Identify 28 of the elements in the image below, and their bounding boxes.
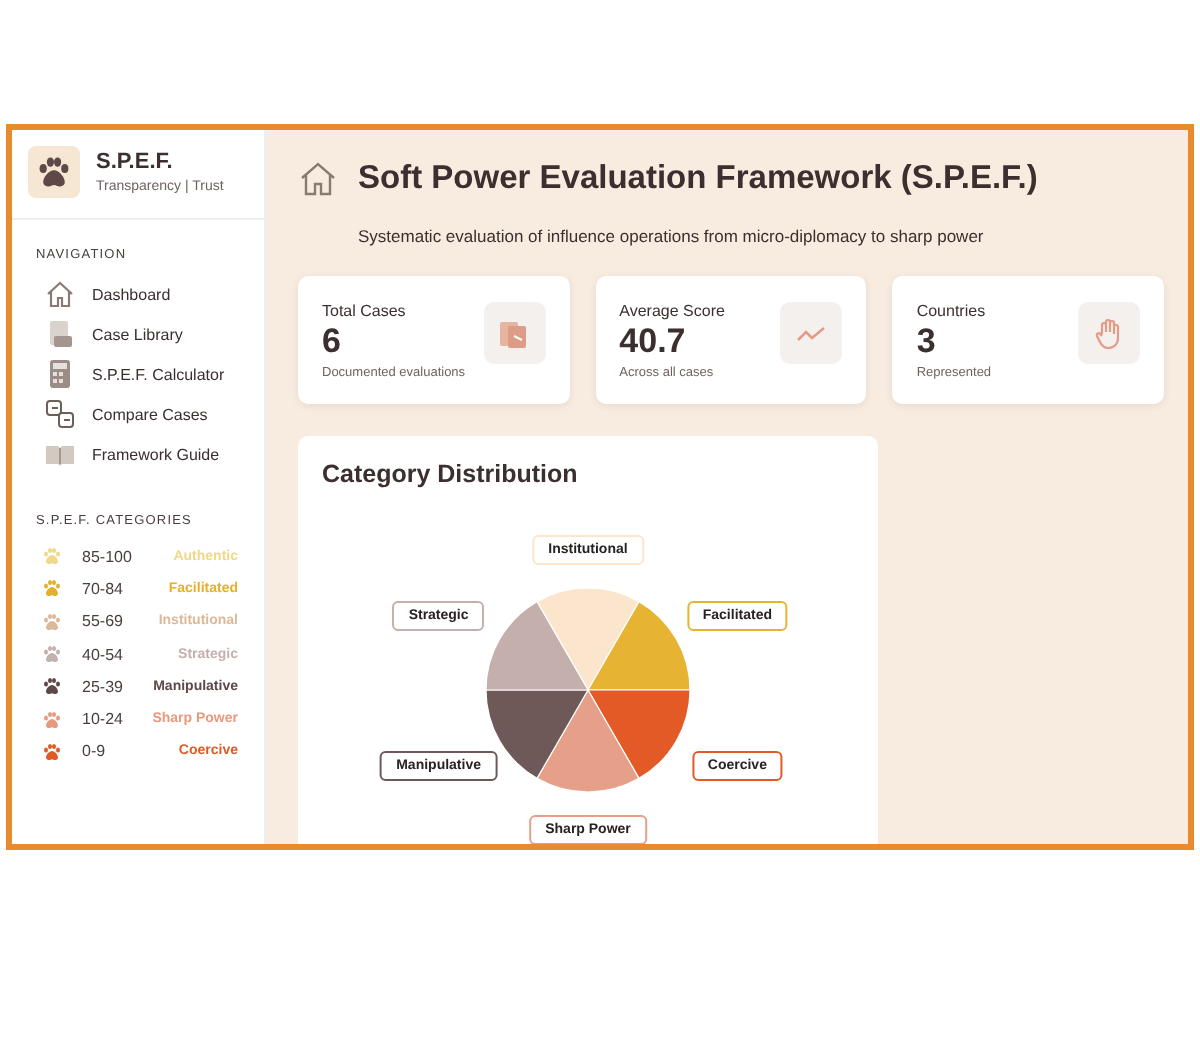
score-range: 70-84 (82, 579, 125, 598)
nav-item[interactable]: Compare Cases (12, 394, 264, 434)
page-title: Soft Power Evaluation Framework (S.P.E.F.) (358, 159, 1038, 197)
stat-value: 6 (322, 322, 343, 362)
score-range: 55-69 (82, 612, 125, 631)
nav-item[interactable]: S.P.E.F. Calculator (12, 354, 264, 394)
nav-item[interactable]: Dashboard (12, 274, 264, 314)
stat-value: 40.7 (619, 322, 688, 362)
score-range: 25-39 (82, 677, 125, 696)
score-range: 40-54 (82, 645, 125, 664)
chart-title: Category Distribution (322, 460, 580, 488)
page-subtitle: Systematic evaluation of influence operations from micro-diplomacy to sharp power (358, 226, 986, 246)
house-icon (298, 158, 338, 198)
house-icon (44, 278, 76, 310)
nav-item[interactable]: Case Library (12, 314, 264, 354)
stat-value: 3 (916, 322, 938, 362)
compare-icon (44, 398, 76, 430)
stat-label: Average Score (619, 302, 727, 320)
app-name: S.P.E.F. (96, 150, 175, 174)
score-range: 10-24 (82, 710, 125, 729)
stat-label: Total Cases (322, 302, 408, 320)
score-range: 85-100 (82, 547, 134, 566)
nav-item[interactable]: Framework Guide (12, 434, 264, 474)
score-range: 0-9 (82, 742, 108, 761)
calculator-icon (44, 358, 76, 390)
paw-icon (36, 154, 72, 190)
stat-label: Countries (916, 302, 988, 320)
document-icon (44, 318, 76, 350)
